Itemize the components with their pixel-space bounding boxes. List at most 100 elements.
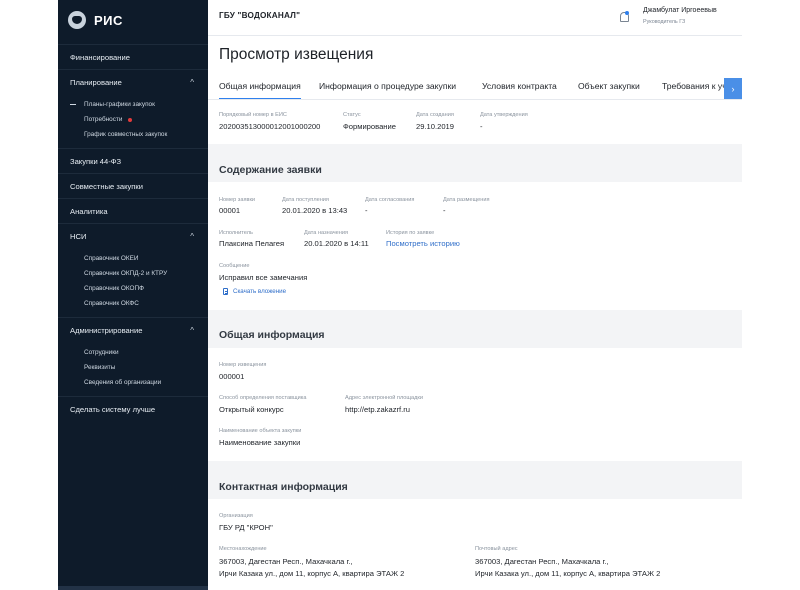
sidebar-subitem-org-info[interactable]: Сведения об организации (58, 375, 208, 390)
sidebar-subitem-label: Справочник ОКФС (84, 300, 139, 307)
user-name[interactable]: Джамбулат Иргоеевыв (643, 7, 717, 14)
sidebar-item-label: Аналитика (70, 206, 108, 216)
app-logo[interactable]: РИС (58, 0, 208, 40)
sidebar-subitem-label: Справочник ОКОПФ (84, 285, 144, 292)
sidebar-subitem-employees[interactable]: Сотрудники (58, 345, 208, 360)
sidebar-item-label: Сделать систему лучше (70, 404, 156, 414)
download-attachment-link[interactable]: Скачать вложение (223, 288, 286, 295)
dash-icon (70, 104, 76, 105)
placed-date-label: Дата размещения (443, 197, 490, 203)
page-title: Просмотр извещения (219, 46, 374, 63)
postal-address-label: Почтовый адрес (475, 546, 518, 552)
sidebar-subitem-okopf[interactable]: Справочник ОКОПФ (58, 281, 208, 296)
created-date-value: 29.10.2019 (416, 122, 455, 131)
view-history-link[interactable]: Посмотреть историю (386, 239, 460, 248)
section-title-application: Содержание заявки (219, 164, 322, 176)
tabs-scroll-right-button[interactable]: › (724, 78, 742, 99)
section-title-contacts: Контактная информация (219, 481, 348, 493)
platform-address-value: http://etp.zakazrf.ru (345, 405, 410, 414)
sidebar-subitem-label: График совместных закупок (84, 131, 168, 138)
message-label: Сообщение (219, 263, 250, 269)
sidebar-subitem-label: Справочник ОКПД-2 и КТРУ (84, 270, 168, 277)
sidebar-subitem-purchase-plans[interactable]: Планы-графики закупок (58, 97, 208, 112)
location-line-2: Ирчи Казака ул., дом 11, корпус А, кварт… (219, 569, 405, 578)
location-line-1: 367003, Дагестан Респ., Махачкала г., (219, 557, 353, 566)
created-date-label: Дата создания (416, 112, 454, 118)
location-label: Местонахождение (219, 546, 267, 552)
application-number-value: 00001 (219, 206, 241, 215)
sidebar-item-administration[interactable]: Администрирование ^ (58, 317, 208, 342)
sidebar-subitem-requisites[interactable]: Реквизиты (58, 360, 208, 375)
sidebar-subitem-label: Планы-графики закупок (84, 101, 155, 108)
sidebar-subitem-okpd2[interactable]: Справочник ОКПД-2 и КТРУ (58, 266, 208, 281)
assigned-date-label: Дата назначения (304, 230, 348, 236)
sidebar-item-analytics[interactable]: Аналитика (58, 198, 208, 223)
notice-number-label: Номер извещения (219, 362, 267, 368)
tab-general-info[interactable]: Общая информация (219, 80, 301, 99)
assigned-date-value: 20.01.2020 в 14:11 (304, 239, 369, 248)
sidebar-subitem-okfs[interactable]: Справочник ОКФС (58, 296, 208, 311)
sidebar-item-purchases-44fz[interactable]: Закупки 44-ФЗ (58, 148, 208, 173)
sidebar-item-label: Финансирование (70, 52, 130, 62)
platform-address-label: Адрес электронной площадки (345, 395, 423, 401)
approved-date-value: - (480, 122, 483, 131)
notification-bell-icon[interactable] (619, 11, 629, 22)
sidebar-item-planning[interactable]: Планирование ^ (58, 69, 208, 94)
sidebar-item-label: НСИ (70, 231, 87, 241)
chevron-up-icon[interactable]: ^ (190, 232, 194, 241)
section-header-band (208, 461, 742, 499)
sidebar-subitem-joint-schedule[interactable]: График совместных закупок (58, 127, 208, 142)
tab-purchase-object[interactable]: Объект закупки (578, 80, 640, 99)
agreed-date-label: Дата согласования (365, 197, 415, 203)
received-date-label: Дата поступления (282, 197, 329, 203)
sidebar-subitem-okei[interactable]: Справочник ОКЕИ (58, 251, 208, 266)
sidebar-item-feedback[interactable]: Сделать систему лучше (58, 396, 208, 421)
executor-value: Плаксина Пелагея (219, 239, 285, 248)
sidebar-subitem-needs[interactable]: Потребности (58, 112, 208, 127)
sidebar-item-financing[interactable]: Финансирование (58, 44, 208, 69)
agreed-date-value: - (365, 206, 368, 215)
supplier-method-value: Открытый конкурс (219, 405, 284, 414)
app-title: РИС (94, 12, 123, 28)
organization-label: Организация (219, 513, 253, 519)
nsi-submenu: Справочник ОКЕИ Справочник ОКПД-2 и КТРУ… (58, 248, 208, 317)
tab-contract-terms[interactable]: Условия контракта (482, 80, 557, 99)
purchase-object-label: Наименование объекта закупки (219, 428, 302, 434)
notification-dot-icon (128, 117, 133, 122)
postal-address-line-1: 367003, Дагестан Респ., Махачкала г., (475, 557, 609, 566)
header: ГБУ "ВОДОКАНАЛ" Джамбулат Иргоеевыв Руко… (208, 0, 742, 36)
emblem-icon (68, 11, 86, 29)
received-date-value: 20.01.2020 в 13:43 (282, 206, 348, 215)
tab-bar: Общая информация Информация о процедуре … (208, 80, 742, 100)
purchase-object-value: Наименование закупки (219, 438, 301, 447)
user-role: Руководитель ГЗ (643, 19, 686, 25)
chevron-up-icon[interactable]: ^ (190, 78, 194, 87)
approved-date-label: Дата утверждения (480, 112, 528, 118)
message-value: Исправил все замечания (219, 273, 308, 282)
sidebar-item-joint-purchases[interactable]: Совместные закупки (58, 173, 208, 198)
sidebar-item-label: Закупки 44-ФЗ (70, 156, 122, 166)
chevron-up-icon[interactable]: ^ (190, 326, 194, 335)
sidebar-subitem-label: Сведения об организации (84, 379, 162, 386)
planning-submenu: Планы-графики закупок Потребности График… (58, 94, 208, 148)
main-content: Просмотр извещения Общая информация Инфо… (208, 36, 742, 590)
sidebar-subitem-label: Справочник ОКЕИ (84, 255, 139, 262)
document-icon (223, 288, 228, 295)
section-header-band (208, 144, 742, 182)
sidebar-item-label: Совместные закупки (70, 181, 143, 191)
section-title-general-info: Общая информация (219, 329, 325, 341)
sidebar-item-label: Планирование (70, 77, 122, 87)
postal-address-line-2: Ирчи Казака ул., дом 11, корпус А, кварт… (475, 569, 661, 578)
notice-number-value: 000001 (219, 372, 245, 381)
admin-submenu: Сотрудники Реквизиты Сведения об организ… (58, 342, 208, 396)
tab-procedure-info[interactable]: Информация о процедуре закупки (319, 80, 456, 99)
sidebar-bottom-bar (58, 586, 208, 590)
eis-number-label: Порядковый номер в ЕИС (219, 112, 287, 118)
status-value: Формирование (343, 122, 396, 131)
supplier-method-label: Способ определения поставщика (219, 395, 307, 401)
application-number-label: Номер заявки (219, 197, 256, 203)
status-label: Статус (343, 112, 361, 118)
placed-date-value: - (443, 206, 446, 215)
sidebar-item-nsi[interactable]: НСИ ^ (58, 223, 208, 248)
organization-value: ГБУ РД "КРОН" (219, 523, 273, 532)
